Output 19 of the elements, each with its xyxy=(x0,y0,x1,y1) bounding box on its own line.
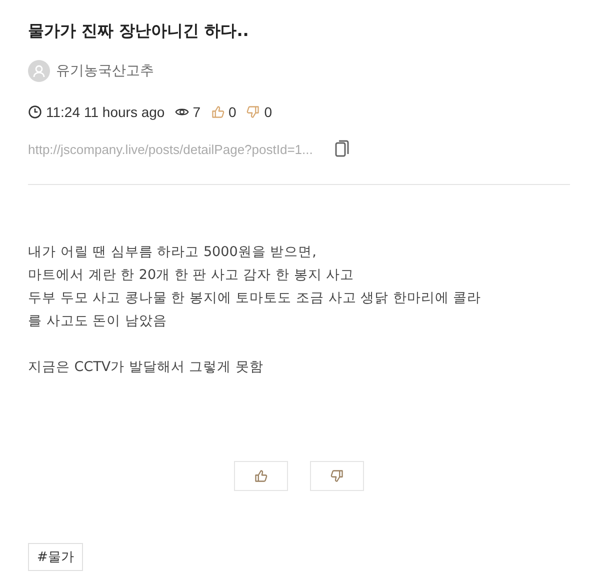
like-count: 0 xyxy=(228,104,236,120)
author-name: 유기농국산고추 xyxy=(56,62,154,80)
clock-icon xyxy=(28,105,42,119)
post-time: 11:24 xyxy=(46,104,80,120)
post-paragraph: 내가 어릴 땐 심부름 하라고 5000원을 받으면, 마트에서 계란 한 20개 한 판 사고 감자 한 봉지 사고 두부 두모 사고 콩나물 한 봉지에 토마토도 조금 사고 생닭 한마리에 콜라 를 사고도 돈이 남았음 xyxy=(28,243,482,331)
thumbs-up-icon xyxy=(254,469,268,483)
thumbs-down-icon xyxy=(246,105,260,119)
hashtag[interactable]: #물가 xyxy=(28,543,83,571)
relative-time: 11 hours ago xyxy=(84,104,165,120)
dislike-button[interactable] xyxy=(310,461,364,491)
post-paragraph: 지금은 CCTV가 발달해서 그렇게 못함 xyxy=(28,358,264,377)
copy-icon[interactable] xyxy=(334,140,349,158)
thumbs-down-icon xyxy=(330,469,344,483)
view-count: 7 xyxy=(192,104,200,120)
thumbs-up-icon xyxy=(210,105,224,119)
like-button[interactable] xyxy=(234,461,288,491)
avatar-icon xyxy=(28,60,50,82)
post-title: 물가가 진짜 장난아니긴 하다.. xyxy=(28,20,250,42)
dislike-count: 0 xyxy=(264,104,272,120)
